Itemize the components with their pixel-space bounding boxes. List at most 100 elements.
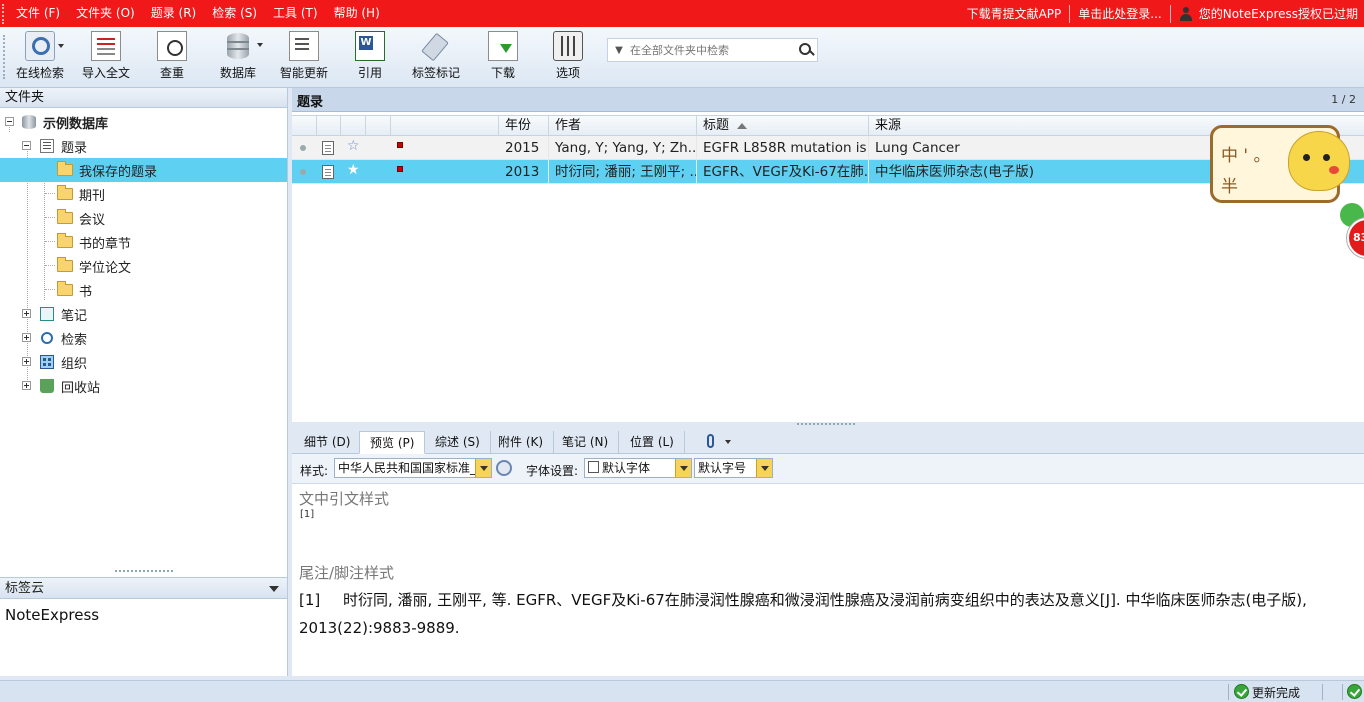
menu-right-area: 下载青提文献APP 单击此处登录... 您的NoteExpress授权已过期 — [967, 0, 1358, 27]
tree-recycle-bin[interactable]: 回收站 — [0, 374, 287, 398]
table-row[interactable]: ★ 2013 时衍同; 潘丽; 王刚平; ... EGFR、VEGF及Ki-67… — [292, 160, 1364, 184]
chevron-down-icon[interactable] — [475, 459, 491, 477]
pane-splitter[interactable] — [115, 570, 173, 573]
tree-folder-book[interactable]: 书 — [0, 278, 287, 302]
table-header: 年份 作者 标题 来源 — [292, 115, 1364, 136]
menu-references[interactable]: 题录 (R) — [143, 0, 205, 27]
download-button[interactable]: 下载 — [485, 31, 521, 81]
toolbar: 在线检索 导入全文 查重 数据库 智能更新 引用 标签标记 下载 选项 ▼ — [0, 27, 1364, 88]
page-indicator: 1 / 2 — [1331, 93, 1356, 106]
tree-references[interactable]: 题录 — [0, 134, 287, 158]
tag-mark-button[interactable]: 标签标记 — [410, 31, 462, 81]
reference-entry: [1] 时衍同, 潘丽, 王刚平, 等. EGFR、VEGF及Ki-67在肺浸润性… — [299, 586, 1359, 642]
expand-icon[interactable] — [22, 333, 31, 342]
col-year[interactable]: 年份 — [499, 116, 549, 136]
download-app-link[interactable]: 下载青提文献APP — [967, 5, 1062, 22]
tree-root-database[interactable]: 示例数据库 — [0, 110, 287, 134]
menu-bar: 文件 (F) 文件夹 (O) 题录 (R) 检索 (S) 工具 (T) 帮助 (… — [0, 0, 1364, 27]
font-select[interactable]: 默认字体 — [584, 458, 692, 478]
collapse-icon[interactable] — [22, 141, 31, 150]
database-icon — [223, 31, 263, 61]
table-row[interactable]: ☆ 2015 Yang, Y; Yang, Y; Zh... EGFR L858… — [292, 136, 1364, 160]
paperclip-icon[interactable] — [707, 434, 714, 448]
chevron-down-icon[interactable] — [756, 459, 772, 477]
tag-cloud-title: 标签云 — [5, 581, 45, 596]
license-status[interactable]: 您的NoteExpress授权已过期 — [1199, 5, 1358, 22]
chevron-down-icon[interactable] — [725, 440, 731, 444]
col-flag[interactable] — [366, 116, 391, 136]
recycle-bin-icon — [40, 379, 54, 393]
import-fulltext-button[interactable]: 导入全文 — [80, 31, 132, 81]
tag-cloud-item[interactable]: NoteExpress — [5, 606, 99, 624]
tab-preview[interactable]: 预览 (P) — [359, 431, 426, 454]
login-link[interactable]: 单击此处登录... — [1078, 5, 1161, 22]
preview-panel: 样式: 中华人民共和国国家标准_ 字体设置: 默认字体 默认字号 文中引文样式 … — [292, 454, 1364, 676]
folder-search-input[interactable] — [630, 43, 795, 57]
menu-tools[interactable]: 工具 (T) — [265, 0, 326, 27]
options-sliders-icon — [553, 31, 583, 61]
tree-folder-conference[interactable]: 会议 — [0, 206, 287, 230]
col-attachment[interactable] — [317, 116, 341, 136]
star-icon[interactable]: ★ — [347, 162, 360, 178]
tab-location[interactable]: 位置 (L) — [620, 431, 685, 454]
tree-folder-journal[interactable]: 期刊 — [0, 182, 287, 206]
tag-cloud-header: 标签云 — [0, 577, 287, 599]
menu-file[interactable]: 文件 (F) — [8, 0, 68, 27]
style-settings-icon[interactable] — [496, 460, 512, 476]
folder-icon — [57, 185, 73, 200]
col-star[interactable] — [341, 116, 366, 136]
tab-notes[interactable]: 笔记 (N) — [552, 431, 620, 454]
status-separator — [1228, 684, 1229, 700]
font-icon — [588, 461, 599, 473]
database-icon — [22, 115, 36, 129]
tree-notes[interactable]: 笔记 — [0, 302, 287, 326]
download-icon — [488, 31, 518, 61]
folder-search-box: ▼ — [607, 38, 818, 62]
detail-tabs: 细节 (D) 预览 (P) 综述 (S) 附件 (K) 笔记 (N) 位置 (L… — [292, 428, 1364, 454]
options-button[interactable]: 选项 — [550, 31, 586, 81]
tree-folder-saved[interactable]: 我保存的题录 — [0, 158, 287, 182]
col-title[interactable]: 标题 — [697, 116, 869, 136]
font-size-select[interactable]: 默认字号 — [694, 458, 773, 478]
tab-review[interactable]: 综述 (S) — [425, 431, 491, 454]
col-status[interactable] — [292, 116, 317, 136]
tab-attachments[interactable]: 附件 (K) — [488, 431, 555, 454]
cell-title: EGFR L858R mutation is... — [697, 136, 869, 160]
expand-icon[interactable] — [22, 357, 31, 366]
tab-details[interactable]: 细节 (D) — [294, 431, 362, 454]
tree-folder-thesis[interactable]: 学位论文 — [0, 254, 287, 278]
footnote-style-title: 尾注/脚注样式 — [299, 564, 395, 582]
dedupe-button[interactable]: 查重 — [152, 31, 192, 81]
mascot-widget[interactable]: 中 ' 。 半 83 — [1210, 123, 1364, 263]
menu-folder[interactable]: 文件夹 (O) — [68, 0, 143, 27]
chevron-down-icon[interactable] — [675, 459, 691, 477]
expand-icon[interactable] — [22, 381, 31, 390]
style-select[interactable]: 中华人民共和国国家标准_ — [334, 458, 492, 478]
smart-update-button[interactable]: 智能更新 — [278, 31, 330, 81]
col-tag[interactable] — [391, 116, 499, 136]
folder-icon — [57, 257, 73, 272]
chevron-down-icon[interactable]: ▼ — [608, 45, 630, 56]
online-search-button[interactable]: 在线检索 — [14, 31, 66, 81]
references-header: 题录 1 / 2 — [292, 88, 1364, 112]
tree-organize[interactable]: 组织 — [0, 350, 287, 374]
pikachu-mascot-icon — [1288, 131, 1350, 191]
search-icon[interactable] — [795, 39, 817, 61]
chevron-down-icon[interactable] — [269, 586, 279, 592]
collapse-icon[interactable] — [5, 117, 14, 126]
cite-button[interactable]: 引用 — [352, 31, 388, 81]
intext-citation-mark: [1] — [300, 509, 315, 520]
star-icon[interactable]: ☆ — [347, 138, 360, 154]
style-label: 样式: — [300, 464, 329, 478]
menu-search[interactable]: 检索 (S) — [204, 0, 265, 27]
database-button[interactable]: 数据库 — [218, 31, 263, 81]
preview-toolbar: 样式: 中华人民共和国国家标准_ 字体设置: 默认字体 默认字号 — [292, 454, 1364, 484]
expand-icon[interactable] — [22, 309, 31, 318]
tree-folder-book-chapter[interactable]: 书的章节 — [0, 230, 287, 254]
col-author[interactable]: 作者 — [549, 116, 697, 136]
reference-number: [1] — [299, 591, 321, 609]
folder-icon — [57, 281, 73, 296]
tree-search[interactable]: 检索 — [0, 326, 287, 350]
menu-help[interactable]: 帮助 (H) — [326, 0, 388, 27]
online-search-icon — [25, 31, 64, 61]
